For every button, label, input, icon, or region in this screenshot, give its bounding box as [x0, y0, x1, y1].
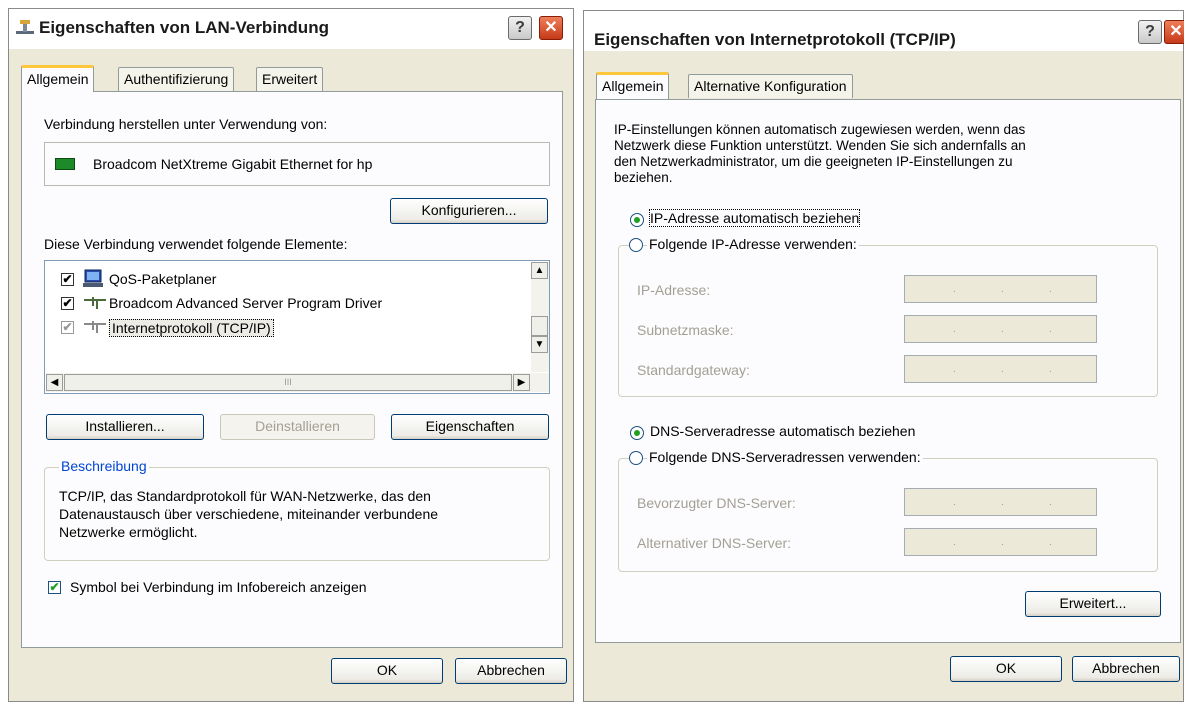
lan-properties-dialog: Eigenschaften von LAN-Verbindung ? ✕ All… [8, 8, 574, 702]
ok-button-label: OK [995, 660, 1017, 676]
elements-label: Diese Verbindung verwendet folgende Elem… [44, 236, 348, 252]
component-label: Internetprotokoll (TCP/IP) [109, 319, 274, 337]
subnet-input[interactable]: ... [904, 315, 1097, 343]
scroll-right-icon[interactable]: ▶ [513, 374, 530, 391]
title-bar[interactable]: Eigenschaften von LAN-Verbindung ? ✕ [9, 9, 573, 49]
intro-line: den Netzwerkadministrator, um die geeign… [614, 154, 1013, 169]
intro-line: beziehen. [614, 170, 673, 185]
list-item[interactable]: ✔ Broadcom Advanced Server Program Drive… [45, 292, 515, 316]
description-legend: Beschreibung [59, 458, 149, 474]
list-item[interactable]: ✔ QoS-Paketplaner [45, 268, 515, 292]
title-bar[interactable]: Eigenschaften von Internetprotokoll (TCP… [584, 11, 1184, 51]
component-checkbox[interactable]: ✔ [61, 321, 74, 334]
dns-manual-group: Folgende DNS-Serveradressen verwenden: B… [618, 449, 1158, 572]
uninstall-button[interactable]: Deinstallieren [220, 414, 375, 440]
tab-allgemein[interactable]: Allgemein [596, 72, 670, 99]
close-button[interactable]: ✕ [1164, 20, 1184, 44]
advanced-button[interactable]: Erweitert... [1025, 591, 1161, 617]
gateway-input[interactable]: ... [904, 355, 1097, 383]
help-button[interactable]: ? [508, 16, 532, 40]
cancel-button-label: Abbrechen [477, 662, 545, 678]
description-group: Beschreibung TCP/IP, das Standardprotoko… [44, 458, 550, 561]
adapter-name: Broadcom NetXtreme Gigabit Ethernet for … [93, 156, 373, 172]
dns-auto-label: DNS-Serveradresse automatisch beziehen [650, 423, 916, 439]
help-button[interactable]: ? [1138, 20, 1162, 44]
connect-using-label: Verbindung herstellen unter Verwendung v… [44, 116, 328, 132]
dns-manual-radio[interactable] [629, 451, 643, 465]
tab-panel: IP-Einstellungen können automatisch zuge… [595, 99, 1181, 643]
ip-address-input[interactable]: ... [904, 275, 1097, 303]
properties-button-label: Eigenschaften [425, 418, 515, 434]
description-line: TCP/IP, das Standardprotokoll für WAN-Ne… [59, 488, 431, 504]
scroll-thumb-horizontal[interactable]: III [64, 374, 512, 391]
ok-button-label: OK [376, 662, 398, 678]
cancel-button-label: Abbrechen [1092, 660, 1160, 676]
cancel-button[interactable]: Abbrechen [455, 658, 567, 684]
vertical-scrollbar[interactable]: ▲ ▼ [531, 262, 549, 372]
components-list[interactable]: ✔ QoS-Paketplaner ✔ Broadcom Advanced Se… [44, 260, 550, 394]
tab-erweitert[interactable]: Erweitert [256, 67, 324, 91]
tab-panel: Verbindung herstellen unter Verwendung v… [21, 91, 563, 648]
tcpip-properties-dialog: Eigenschaften von Internetprotokoll (TCP… [583, 10, 1184, 702]
horizontal-scrollbar[interactable]: ◀ III ▶ [46, 373, 549, 392]
intro-line: IP-Einstellungen können automatisch zuge… [614, 122, 1026, 137]
ip-auto-label: IP-Adresse automatisch beziehen [648, 209, 861, 227]
description-line: Netzwerke ermöglicht. [59, 524, 198, 540]
tab-alternative-configuration[interactable]: Alternative Konfiguration [688, 74, 853, 98]
component-checkbox[interactable]: ✔ [61, 273, 74, 286]
ip-manual-radio[interactable] [629, 238, 643, 252]
uninstall-button-label: Deinstallieren [255, 418, 340, 434]
ip-auto-radio[interactable] [630, 213, 644, 227]
show-icon-label: Symbol bei Verbindung im Infobereich anz… [70, 579, 367, 595]
intro-line: Netzwerk diese Funktion unterstützt. Wen… [614, 138, 1026, 153]
subnet-label: Subnetzmaske: [637, 322, 734, 338]
gateway-label: Standardgateway: [637, 362, 750, 378]
ok-button[interactable]: OK [331, 658, 443, 684]
scroll-left-icon[interactable]: ◀ [46, 374, 63, 391]
configure-button[interactable]: Konfigurieren... [390, 198, 548, 224]
show-icon-checkbox[interactable]: ✔ [48, 581, 61, 594]
scroll-up-icon[interactable]: ▲ [531, 262, 548, 279]
component-label: QoS-Paketplaner [109, 271, 217, 287]
scheduler-icon [83, 269, 105, 292]
dns-alternate-input[interactable]: ... [904, 528, 1097, 556]
dialog-title: Eigenschaften von Internetprotokoll (TCP… [594, 30, 956, 49]
dns-auto-radio[interactable] [630, 426, 644, 440]
ok-button[interactable]: OK [950, 656, 1062, 682]
configure-button-label: Konfigurieren... [421, 202, 517, 218]
network-card-icon [55, 158, 75, 170]
close-button[interactable]: ✕ [539, 16, 563, 40]
scroll-grip: III [284, 377, 292, 387]
network-connection-icon [15, 19, 35, 40]
cancel-button[interactable]: Abbrechen [1072, 656, 1180, 682]
component-checkbox[interactable]: ✔ [61, 297, 74, 310]
protocol-icon [83, 320, 107, 337]
ip-manual-label: Folgende IP-Adresse verwenden: [647, 236, 859, 252]
dns-manual-label: Folgende DNS-Serveradressen verwenden: [647, 449, 923, 465]
ip-address-label: IP-Adresse: [637, 282, 711, 298]
list-item[interactable]: ✔ Internetprotokoll (TCP/IP) [45, 316, 515, 340]
description-line: Datenaustausch über verschiedene, mitein… [59, 506, 439, 522]
install-button-label: Installieren... [85, 418, 165, 434]
tab-allgemein[interactable]: Allgemein [21, 65, 95, 92]
dns-preferred-label: Bevorzugter DNS-Server: [637, 495, 796, 511]
dns-alternate-label: Alternativer DNS-Server: [637, 535, 792, 551]
adapter-box: Broadcom NetXtreme Gigabit Ethernet for … [44, 142, 550, 186]
install-button[interactable]: Installieren... [46, 414, 204, 440]
advanced-button-label: Erweitert... [1059, 595, 1127, 611]
component-label: Broadcom Advanced Server Program Driver [109, 295, 383, 311]
scroll-thumb[interactable] [531, 316, 548, 336]
tab-authentifizierung[interactable]: Authentifizierung [118, 67, 235, 91]
dialog-title: Eigenschaften von LAN-Verbindung [39, 18, 329, 37]
dns-preferred-input[interactable]: ... [904, 488, 1097, 516]
ip-manual-group: Folgende IP-Adresse verwenden: IP-Adress… [618, 236, 1158, 397]
protocol-icon [83, 296, 107, 313]
scroll-down-icon[interactable]: ▼ [531, 336, 548, 353]
properties-button[interactable]: Eigenschaften [391, 414, 549, 440]
